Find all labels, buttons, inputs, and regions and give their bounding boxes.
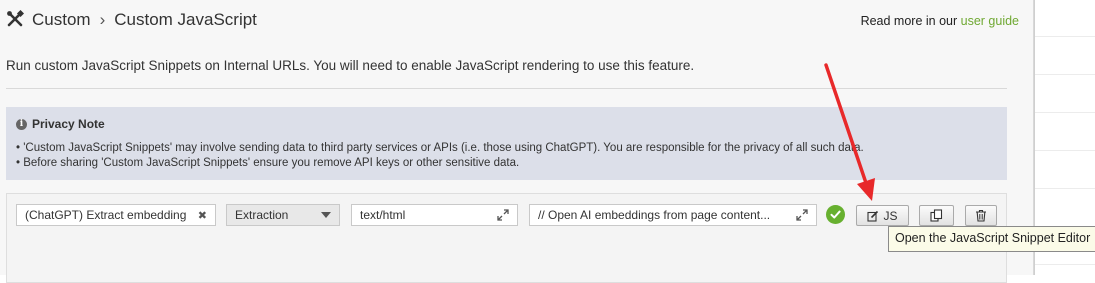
tools-icon	[6, 9, 26, 30]
privacy-note-line: • Before sharing 'Custom JavaScript Snip…	[16, 156, 520, 169]
delete-button[interactable]	[965, 205, 997, 226]
privacy-note-title-text: Privacy Note	[32, 117, 105, 131]
privacy-note: i Privacy Note • 'Custom JavaScript Snip…	[6, 107, 1007, 180]
custom-javascript-dialog: Custom › Custom JavaScript Read more in …	[0, 0, 1034, 283]
trash-icon	[976, 209, 986, 222]
expand-icon[interactable]	[497, 209, 509, 221]
edit-js-button[interactable]: JS	[856, 205, 909, 226]
snippet-code-input[interactable]: // Open AI embeddings from page content.…	[529, 204, 817, 226]
clear-icon[interactable]: ✖	[198, 209, 207, 222]
feature-description: Run custom JavaScript Snippets on Intern…	[6, 58, 695, 73]
divider	[6, 88, 1007, 89]
read-more: Read more in our user guide	[861, 14, 1019, 28]
privacy-note-line: • 'Custom JavaScript Snippets' may invol…	[16, 142, 864, 154]
read-more-text: Read more in our	[860, 14, 958, 28]
copy-icon	[930, 209, 943, 222]
snippet-type-select[interactable]: Extraction	[226, 204, 340, 226]
privacy-note-title: i Privacy Note	[16, 117, 997, 131]
snippet-type-value: Extraction	[235, 208, 289, 222]
expand-icon[interactable]	[796, 209, 808, 221]
breadcrumb-item-custom[interactable]: Custom	[32, 10, 91, 30]
content-type-input[interactable]: text/html	[351, 204, 518, 226]
edit-js-button-label: JS	[883, 208, 898, 223]
breadcrumb: Custom › Custom JavaScript	[6, 8, 257, 32]
breadcrumb-item-custom-javascript: Custom JavaScript	[114, 10, 257, 29]
snippet-code-value: // Open AI embeddings from page content.…	[538, 208, 771, 222]
edit-icon	[867, 210, 879, 222]
chevron-down-icon	[321, 212, 331, 218]
breadcrumb-separator: ›	[99, 10, 106, 29]
duplicate-button[interactable]	[919, 205, 954, 226]
tooltip: Open the JavaScript Snippet Editor	[888, 226, 1095, 252]
content-type-value: text/html	[360, 208, 406, 222]
snippet-name-value: (ChatGPT) Extract embedding	[25, 208, 187, 222]
user-guide-link[interactable]: user guide	[961, 14, 1019, 28]
info-icon: i	[16, 118, 27, 130]
snippet-name-input[interactable]: (ChatGPT) Extract embedding ✖	[16, 204, 216, 226]
check-circle-icon	[826, 205, 845, 224]
